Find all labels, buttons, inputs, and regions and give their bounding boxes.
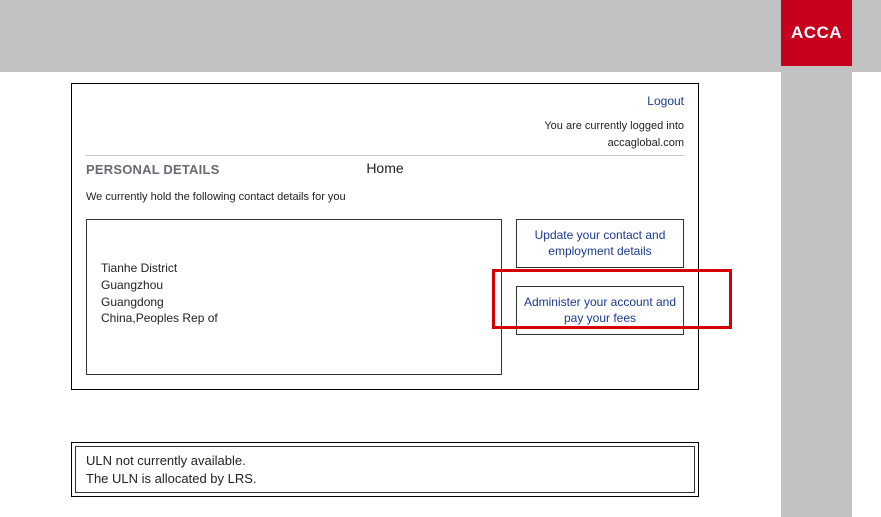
uln-line-2: The ULN is allocated by LRS. — [86, 470, 684, 488]
update-details-button[interactable]: Update your contact and employment detai… — [516, 219, 684, 268]
address-line-4: China,Peoples Rep of — [101, 310, 487, 327]
action-buttons: Update your contact and employment detai… — [516, 219, 684, 335]
acca-logo: ACCA — [781, 0, 852, 66]
intro-text: We currently hold the following contact … — [86, 191, 684, 203]
details-row: Tianhe District Guangzhou Guangdong Chin… — [86, 219, 684, 375]
top-banner: ACCA — [0, 0, 881, 72]
administer-account-button[interactable]: Administer your account and pay your fee… — [516, 286, 684, 335]
uln-line-1: ULN not currently available. — [86, 452, 684, 470]
uln-panel: ULN not currently available. The ULN is … — [71, 442, 699, 497]
address-line-2: Guangzhou — [101, 277, 487, 294]
address-line-3: Guangdong — [101, 294, 487, 311]
main-panel: Logout You are currently logged into acc… — [71, 83, 699, 390]
divider — [86, 155, 684, 156]
logged-in-status: You are currently logged into accaglobal… — [86, 118, 684, 151]
logout-link[interactable]: Logout — [647, 94, 684, 108]
top-links: Logout — [86, 92, 684, 110]
address-line-1: Tianhe District — [101, 260, 487, 277]
logged-in-text: You are currently logged into — [544, 120, 684, 132]
logo-text: ACCA — [791, 23, 842, 43]
uln-content: ULN not currently available. The ULN is … — [75, 446, 695, 493]
address-box: Tianhe District Guangzhou Guangdong Chin… — [86, 219, 502, 375]
logged-in-domain: accaglobal.com — [608, 137, 684, 149]
right-sidebar — [781, 72, 852, 517]
